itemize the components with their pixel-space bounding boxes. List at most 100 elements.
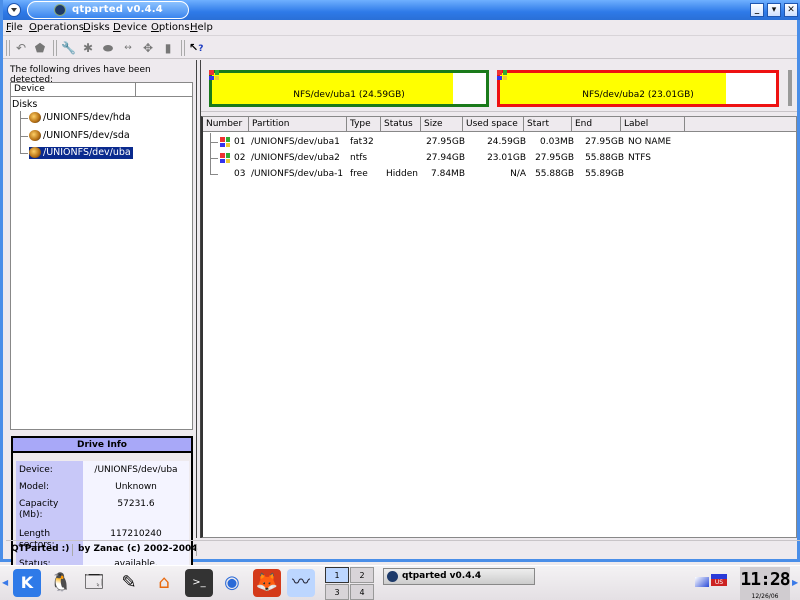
drive-label: /UNIONFS/dev/uba (43, 147, 131, 158)
status-bar: QTParted :) by Zanac (c) 2002-2004 (6, 540, 800, 558)
table-row[interactable]: 03 /UNIONFS/dev/uba-1 free Hidden 7.84MB… (203, 167, 793, 181)
partition-map-scrollbar[interactable] (788, 70, 792, 106)
panel-scroll-right-icon[interactable]: ▶ (792, 578, 798, 587)
toolbar: ↶ ⬟ 🔧 ✱ ⬬ ↔ ✥ ▮ ↖? (3, 37, 797, 59)
tree-header: Device (11, 83, 192, 97)
edit-icon[interactable]: ✎ (115, 569, 143, 597)
column-end[interactable]: End (572, 117, 621, 131)
panel-scroll-left-icon[interactable]: ◀ (2, 578, 8, 587)
tree-item-drive-selected[interactable]: /UNIONFS/dev/uba (28, 146, 134, 160)
window-title: qtparted v0.4.4 (72, 4, 163, 15)
menu-disks[interactable]: Disks (83, 22, 110, 33)
table-header: Number Partition Type Status Size Used s… (203, 117, 796, 132)
column-start[interactable]: Start (524, 117, 572, 131)
task-qtparted[interactable]: qtparted v0.4.4 (383, 568, 535, 585)
partition-bar-uba1[interactable]: NFS/dev/uba1 (24.59GB) (209, 70, 489, 107)
cell-used: 24.59GB (487, 137, 526, 147)
tree-connector (20, 136, 28, 137)
partition-bar-uba2[interactable]: NFS/dev/uba2 (23.01GB) (497, 70, 779, 107)
window-menu-button[interactable] (7, 3, 21, 17)
drive-info-key: Device: (16, 461, 83, 478)
cell-label: NO NAME (628, 137, 672, 147)
cell-type: free (350, 169, 368, 179)
cell-start: 27.95GB (535, 153, 574, 163)
qtparted-app-icon (54, 4, 66, 16)
tree-column-device[interactable]: Device (11, 83, 136, 96)
cell-start: 0.03MB (540, 137, 574, 147)
close-button[interactable]: ✕ (784, 3, 798, 17)
create-icon[interactable]: ✱ (81, 41, 95, 55)
whats-this-icon[interactable]: ↖? (189, 41, 203, 55)
title-bar[interactable]: qtparted v0.4.4 _ ▾ ✕ (3, 0, 800, 20)
column-partition[interactable]: Partition (249, 117, 347, 131)
toolbar-grip[interactable] (53, 40, 57, 56)
desktop-2-button[interactable]: 2 (350, 567, 374, 583)
clock[interactable]: 11:28 12/26/06 (740, 567, 791, 600)
cell-size: 7.84MB (431, 169, 465, 179)
table-row[interactable]: 01 /UNIONFS/dev/uba1 fat32 27.95GB 24.59… (203, 135, 793, 149)
title-pill: qtparted v0.4.4 (27, 1, 189, 19)
konqueror-icon[interactable]: ◉ (218, 569, 246, 597)
column-size[interactable]: Size (421, 117, 463, 131)
cell-partition: /UNIONFS/dev/uba1 (251, 137, 340, 147)
clock-time: 11:28 (740, 569, 790, 590)
cell-start: 55.88GB (535, 169, 574, 179)
hard-disk-icon (29, 147, 41, 158)
move-icon[interactable]: ✥ (141, 41, 155, 55)
status-left: QTParted :) (11, 544, 70, 554)
column-type[interactable]: Type (347, 117, 381, 131)
partition-bar-label: NFS/dev/uba2 (23.01GB) (582, 90, 694, 100)
column-label[interactable]: Label (621, 117, 685, 131)
column-used-space[interactable]: Used space (463, 117, 524, 131)
clock-date: 12/26/06 (751, 593, 779, 600)
partition-bar-label: NFS/dev/uba1 (24.59GB) (293, 90, 405, 100)
column-status[interactable]: Status (381, 117, 421, 131)
home-icon[interactable]: ⌂ (150, 569, 178, 597)
device-tree[interactable]: Device Disks /UNIONFS/dev/hda /UNIONFS/d… (10, 82, 193, 430)
terminal-icon[interactable]: >_ (185, 569, 213, 597)
keyboard-layout-us-icon[interactable]: US (711, 574, 727, 586)
kde-taskbar: ◀ K 🐧 🗔 ✎ ⌂ >_ ◉ 🦊 〰 1 2 3 4 qtparted v0… (0, 565, 800, 600)
resize-icon[interactable]: ↔ (121, 41, 135, 55)
left-pane: The following drives have been detected:… (6, 60, 193, 594)
menu-device[interactable]: Device (113, 22, 147, 33)
partition-map: NFS/dev/uba1 (24.59GB) NFS/dev/uba2 (23.… (201, 60, 797, 112)
tux-icon[interactable]: 🐧 (47, 569, 75, 597)
menu-file[interactable]: File (6, 22, 23, 33)
column-number[interactable]: Number (203, 117, 249, 131)
toolbar-grip[interactable] (181, 40, 185, 56)
status-separator (72, 544, 73, 556)
openoffice-icon[interactable]: 〰 (287, 569, 315, 597)
toolbar-grip[interactable] (6, 40, 10, 56)
firefox-icon[interactable]: 🦊 (253, 569, 281, 597)
windows-list-icon[interactable]: 🗔 (80, 569, 108, 597)
minimize-button[interactable]: _ (750, 3, 764, 17)
cell-size: 27.95GB (426, 137, 465, 147)
format-icon[interactable]: ⬬ (101, 41, 115, 55)
desktop-4-button[interactable]: 4 (350, 584, 374, 600)
cell-status: Hidden (386, 169, 418, 179)
clipboard-icon[interactable] (695, 577, 709, 587)
desktop-1-button[interactable]: 1 (325, 567, 349, 583)
tree-item-drive[interactable]: /UNIONFS/dev/sda (29, 130, 130, 142)
tree-column-empty (136, 83, 192, 96)
maximize-button[interactable]: ▾ (767, 3, 781, 17)
tree-item-drive[interactable]: /UNIONFS/dev/hda (29, 112, 131, 124)
menu-help[interactable]: Help (190, 22, 213, 33)
drive-info-value: Unknown (83, 478, 189, 495)
kde-menu-icon[interactable]: K (13, 569, 41, 597)
drive-info-row: Model: Unknown (16, 478, 189, 495)
tree-root-disks[interactable]: Disks (12, 99, 37, 111)
desktop-3-button[interactable]: 3 (325, 584, 349, 600)
drive-info-key: Model: (16, 478, 83, 495)
undo-icon[interactable]: ↶ (14, 41, 28, 55)
cell-end: 55.89GB (585, 169, 624, 179)
windows-logo-icon (497, 70, 507, 80)
menu-options[interactable]: Options (151, 22, 190, 33)
properties-icon[interactable]: 🔧 (61, 41, 76, 55)
cell-number: 01 (234, 137, 246, 147)
delete-icon[interactable]: ▮ (161, 41, 175, 55)
table-row[interactable]: 02 /UNIONFS/dev/uba2 ntfs 27.94GB 23.01G… (203, 151, 793, 165)
menu-operations[interactable]: Operations (29, 22, 84, 33)
commit-icon[interactable]: ⬟ (33, 41, 47, 55)
